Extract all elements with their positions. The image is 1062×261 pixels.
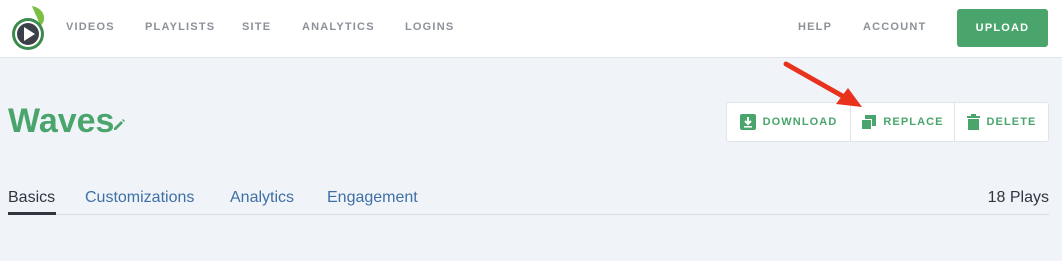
delete-label: DELETE (986, 116, 1037, 128)
nav-playlists[interactable]: PLAYLISTS (145, 21, 215, 33)
video-title: Waves (8, 102, 115, 140)
download-icon (739, 114, 756, 130)
replace-label: REPLACE (883, 116, 944, 128)
tab-basics[interactable]: Basics (8, 188, 55, 208)
tab-engagement[interactable]: Engagement (327, 188, 418, 208)
nav-videos[interactable]: VIDEOS (66, 21, 115, 33)
upload-button[interactable]: UPLOAD (957, 9, 1048, 47)
delete-button[interactable]: DELETE (955, 103, 1048, 141)
trash-icon (966, 114, 980, 130)
nav-help[interactable]: HELP (798, 21, 832, 33)
top-nav-bar: VIDEOS PLAYLISTS SITE ANALYTICS LOGINS H… (0, 0, 1062, 58)
nav-logins[interactable]: LOGINS (405, 21, 454, 33)
plays-count: 18 Plays (987, 189, 1049, 206)
nav-analytics[interactable]: ANALYTICS (302, 21, 375, 33)
nav-account[interactable]: ACCOUNT (863, 21, 926, 33)
tab-analytics[interactable]: Analytics (230, 188, 294, 208)
tabs-divider (8, 214, 1049, 215)
pencil-icon[interactable] (112, 118, 126, 132)
tab-customizations[interactable]: Customizations (85, 188, 194, 208)
nav-site[interactable]: SITE (242, 21, 271, 33)
logo-play-icon[interactable] (8, 4, 48, 52)
red-arrow-annotation (783, 61, 862, 107)
active-tab-indicator (8, 212, 56, 215)
